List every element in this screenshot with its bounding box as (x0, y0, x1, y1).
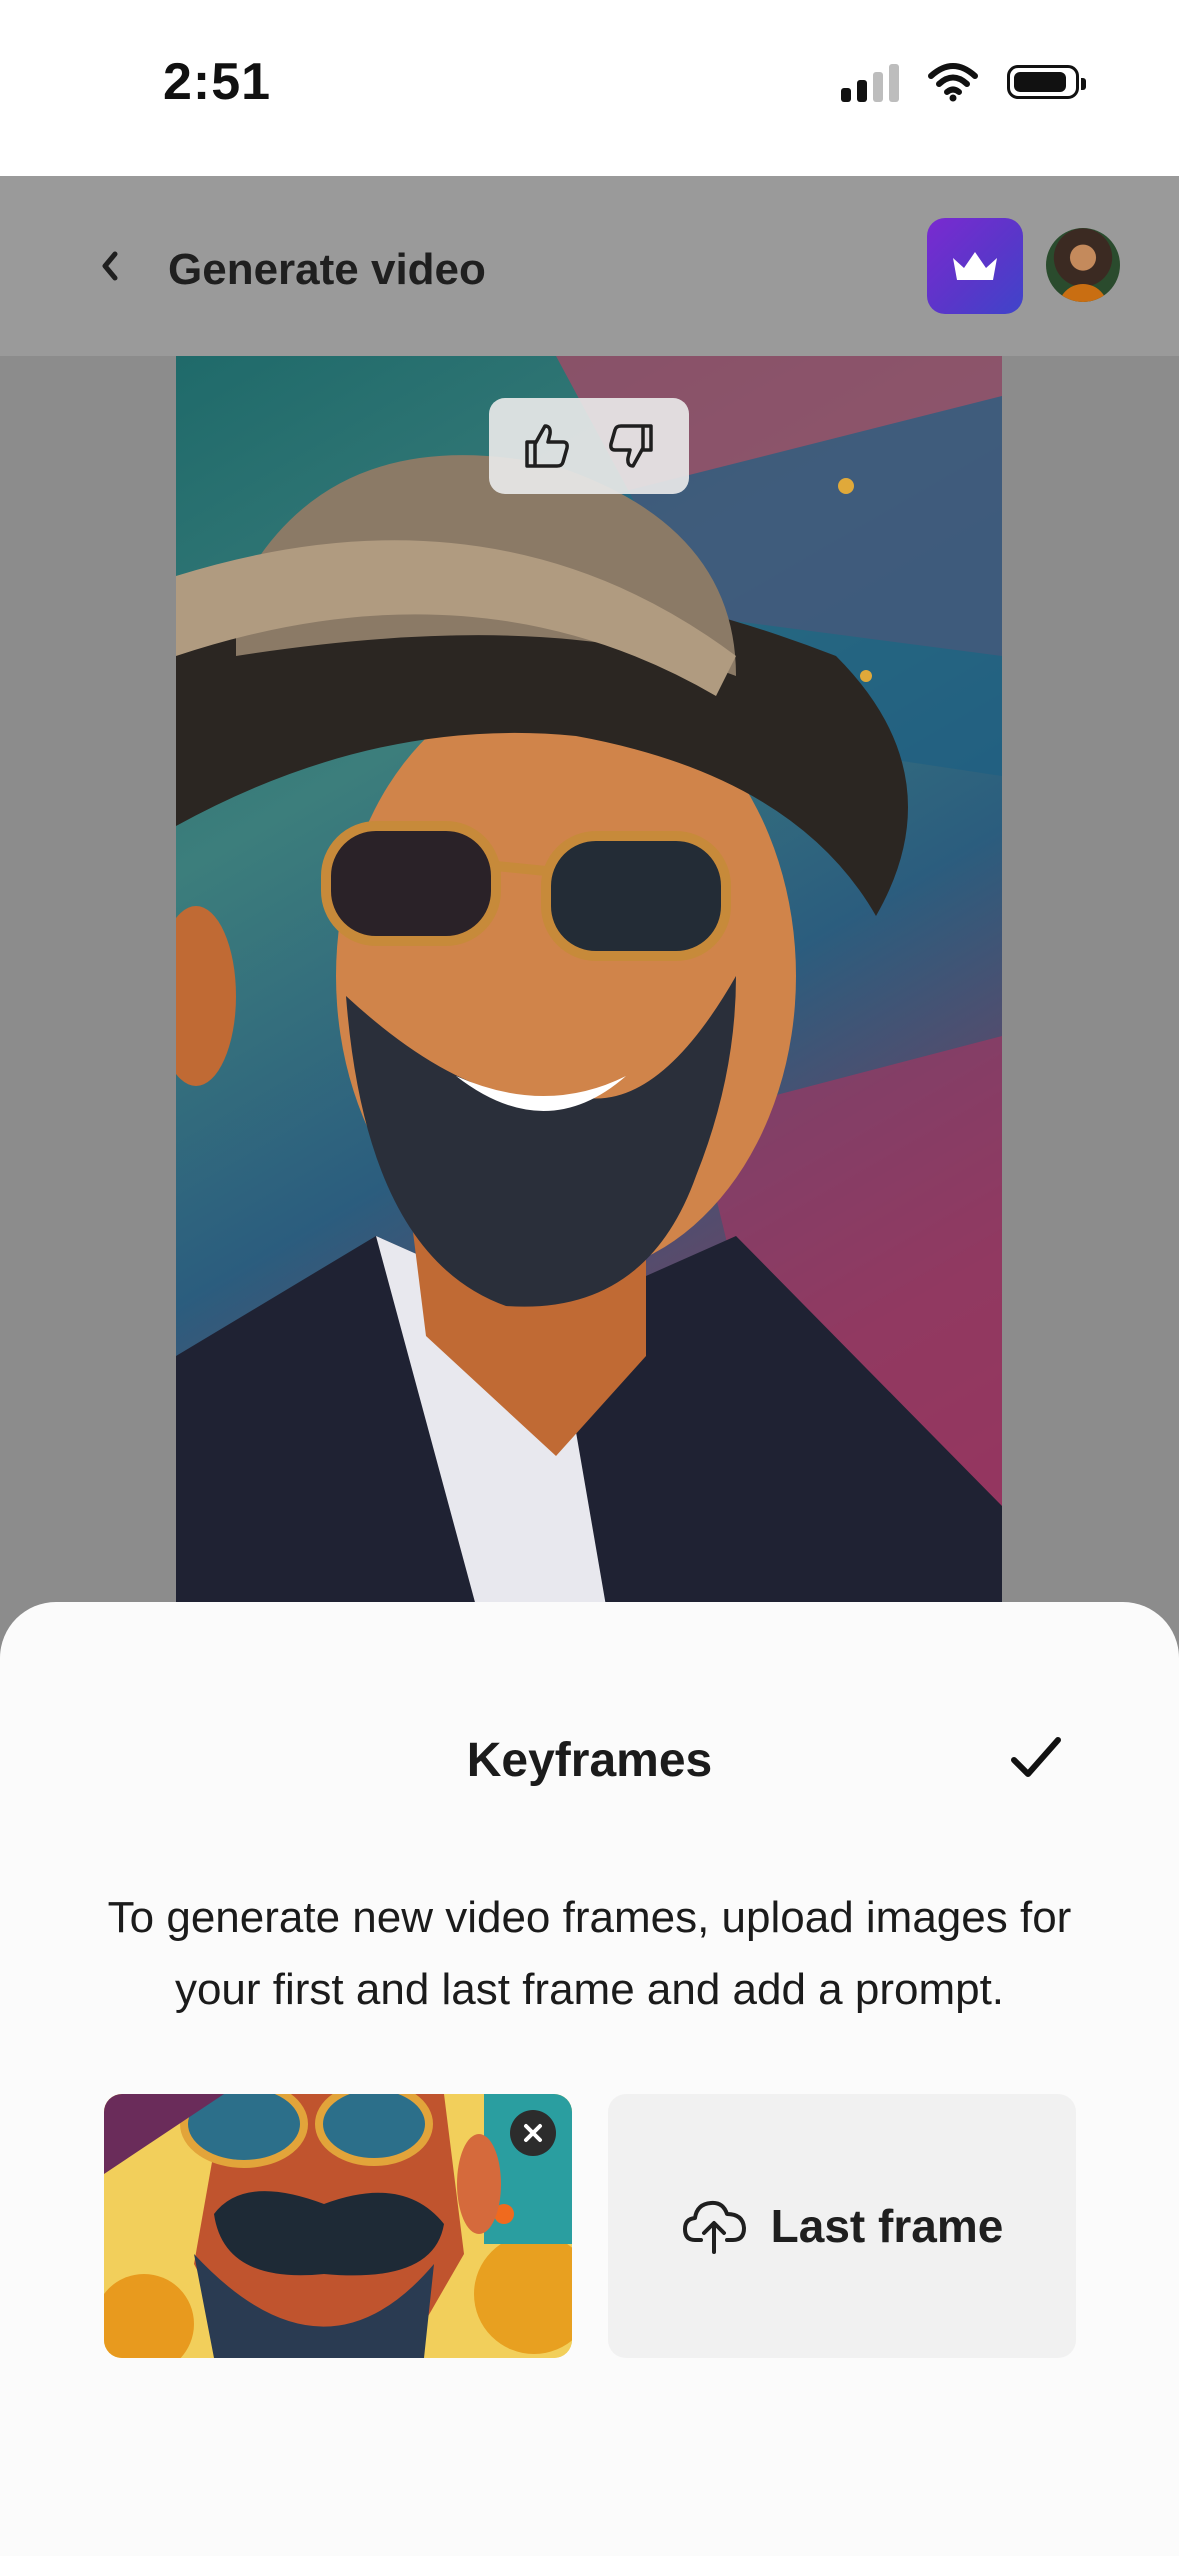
video-preview[interactable] (176, 356, 1002, 1606)
back-button[interactable] (80, 236, 140, 296)
last-frame-upload-button[interactable]: Last frame (608, 2094, 1076, 2358)
status-bar: 2:51 (0, 0, 1179, 176)
last-frame-label: Last frame (770, 2200, 1004, 2252)
first-frame-image (104, 2094, 572, 2358)
confirm-button[interactable] (1004, 1726, 1068, 1790)
thumbs-up-icon (525, 424, 569, 468)
chevron-left-icon (102, 251, 118, 281)
cellular-signal-icon (841, 62, 899, 102)
sheet-description: To generate new video frames, upload ima… (107, 1893, 1072, 2014)
status-icons (841, 62, 1086, 102)
cloud-upload-icon (682, 2200, 746, 2254)
dislike-button[interactable] (603, 418, 659, 474)
wifi-icon (928, 63, 978, 102)
close-icon (524, 2124, 542, 2142)
status-time: 2:51 (163, 53, 272, 111)
crown-icon (953, 252, 997, 280)
page-title: Generate video (168, 245, 486, 294)
first-frame-thumbnail[interactable] (104, 2094, 572, 2358)
video-frame-artwork (176, 356, 1002, 1606)
thumbs-down-icon (609, 424, 653, 468)
battery-icon (1007, 65, 1086, 99)
premium-button[interactable] (927, 218, 1023, 314)
checkmark-icon (1011, 1737, 1061, 1777)
feedback-pill (489, 398, 689, 494)
sheet-title: Keyframes (466, 1734, 713, 1787)
like-button[interactable] (519, 418, 575, 474)
remove-first-frame-button[interactable] (510, 2110, 556, 2156)
user-avatar[interactable] (1046, 228, 1120, 302)
